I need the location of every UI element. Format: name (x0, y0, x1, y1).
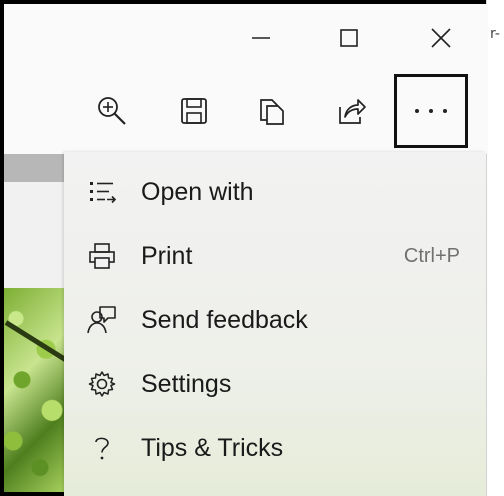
menu-item-shortcut: Ctrl+P (403, 244, 460, 267)
printer-icon (86, 240, 118, 272)
question-icon (86, 432, 118, 464)
share-button[interactable] (322, 78, 382, 144)
menu-item-label: Print (141, 241, 193, 270)
menu-item-open-with[interactable]: Open with (64, 160, 486, 224)
close-button[interactable] (418, 18, 464, 58)
copy-button[interactable] (242, 78, 302, 144)
zoom-in-icon (98, 97, 126, 125)
background-image-leaves (4, 288, 64, 492)
menu-item-send-feedback[interactable]: Send feedback (64, 288, 486, 352)
minimize-icon (252, 37, 270, 39)
menu-item-print[interactable]: Print Ctrl+P (64, 224, 486, 288)
open-with-icon (86, 176, 118, 208)
background-window-edge (486, 0, 504, 496)
title-bar (4, 4, 488, 74)
toolbar (4, 74, 488, 154)
background-window-text: r- (490, 26, 500, 42)
menu-item-settings[interactable]: Settings (64, 352, 486, 416)
more-options-icon (410, 109, 452, 113)
minimize-button[interactable] (238, 18, 284, 58)
zoom-in-button[interactable] (82, 78, 142, 144)
more-options-menu: Open with Print Ctrl+P Send feedback Set… (64, 152, 486, 496)
maximize-icon (340, 29, 358, 47)
more-options-button[interactable] (394, 74, 468, 148)
copy-icon (260, 99, 284, 125)
menu-item-label: Open with (141, 177, 254, 206)
close-icon (431, 28, 451, 48)
save-button[interactable] (164, 78, 224, 144)
gear-icon (86, 368, 118, 400)
menu-item-tips-and-tricks[interactable]: Tips & Tricks (64, 416, 486, 480)
maximize-button[interactable] (326, 18, 372, 58)
save-icon (181, 98, 207, 124)
menu-item-label: Send feedback (141, 305, 308, 334)
background-image-sky (4, 182, 64, 288)
share-icon (339, 99, 366, 124)
background-image-top (4, 154, 64, 182)
menu-item-label: Tips & Tricks (141, 433, 284, 462)
menu-item-label: Settings (141, 369, 232, 398)
feedback-icon (86, 304, 118, 336)
